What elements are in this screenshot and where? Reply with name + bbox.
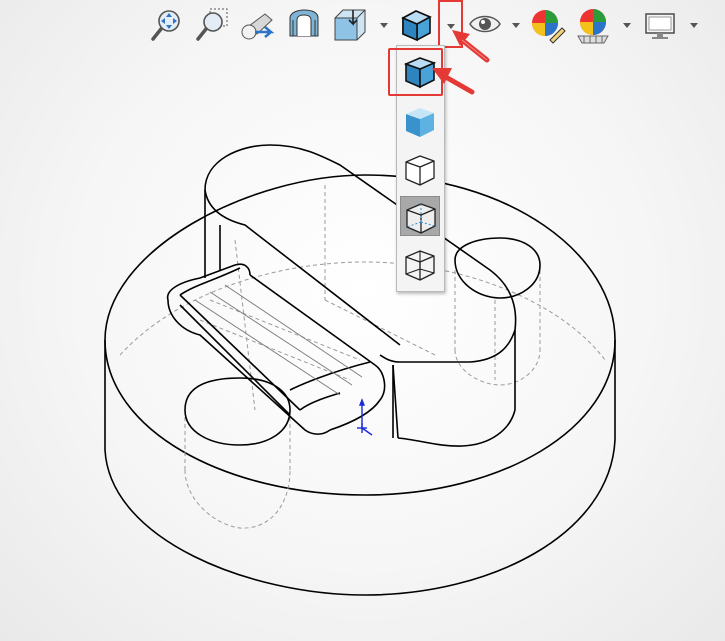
zoom-to-fit-icon <box>151 10 180 41</box>
heads-up-view-toolbar <box>0 0 725 50</box>
chevron-down-icon <box>380 23 388 28</box>
apply-scene-button[interactable] <box>574 6 612 44</box>
menu-item-wireframe[interactable] <box>400 244 440 284</box>
section-view-button[interactable] <box>285 6 323 44</box>
view-settings-button[interactable] <box>641 6 679 44</box>
chevron-down-icon <box>512 23 520 28</box>
menu-item-hidden-lines-visible[interactable] <box>400 196 440 236</box>
view-settings-caret[interactable] <box>688 19 700 31</box>
chevron-down-icon <box>623 23 631 28</box>
previous-view-icon <box>241 13 275 40</box>
edit-appearance-button[interactable] <box>528 6 566 44</box>
menu-item-hidden-lines-removed[interactable] <box>400 149 440 189</box>
zoom-to-fit-button[interactable] <box>148 6 186 44</box>
apply-scene-caret[interactable] <box>621 19 633 31</box>
hide-show-items-caret[interactable] <box>510 19 522 31</box>
edit-appearance-icon <box>532 10 566 44</box>
annotation-arrow-to-menu-item <box>432 68 475 95</box>
display-style-icon <box>401 10 432 42</box>
shaded-icon <box>406 108 434 137</box>
view-settings-icon <box>645 13 675 39</box>
hidden-lines-removed-icon <box>405 155 435 186</box>
view-orientation-button[interactable] <box>331 6 369 44</box>
zoom-to-area-icon <box>196 8 228 41</box>
view-orientation-icon <box>334 9 366 41</box>
hidden-lines-visible-icon <box>406 203 436 234</box>
zoom-to-area-button[interactable] <box>193 6 231 44</box>
model-wireframe <box>104 144 616 596</box>
section-view-icon <box>289 9 319 37</box>
model-viewport[interactable] <box>0 0 725 641</box>
chevron-down-icon <box>690 23 698 28</box>
view-orientation-caret[interactable] <box>378 19 390 31</box>
wireframe-icon <box>405 250 435 281</box>
apply-scene-icon <box>577 9 609 44</box>
previous-view-button[interactable] <box>239 6 277 44</box>
display-style-button[interactable] <box>397 6 435 44</box>
menu-item-shaded[interactable] <box>400 101 440 141</box>
